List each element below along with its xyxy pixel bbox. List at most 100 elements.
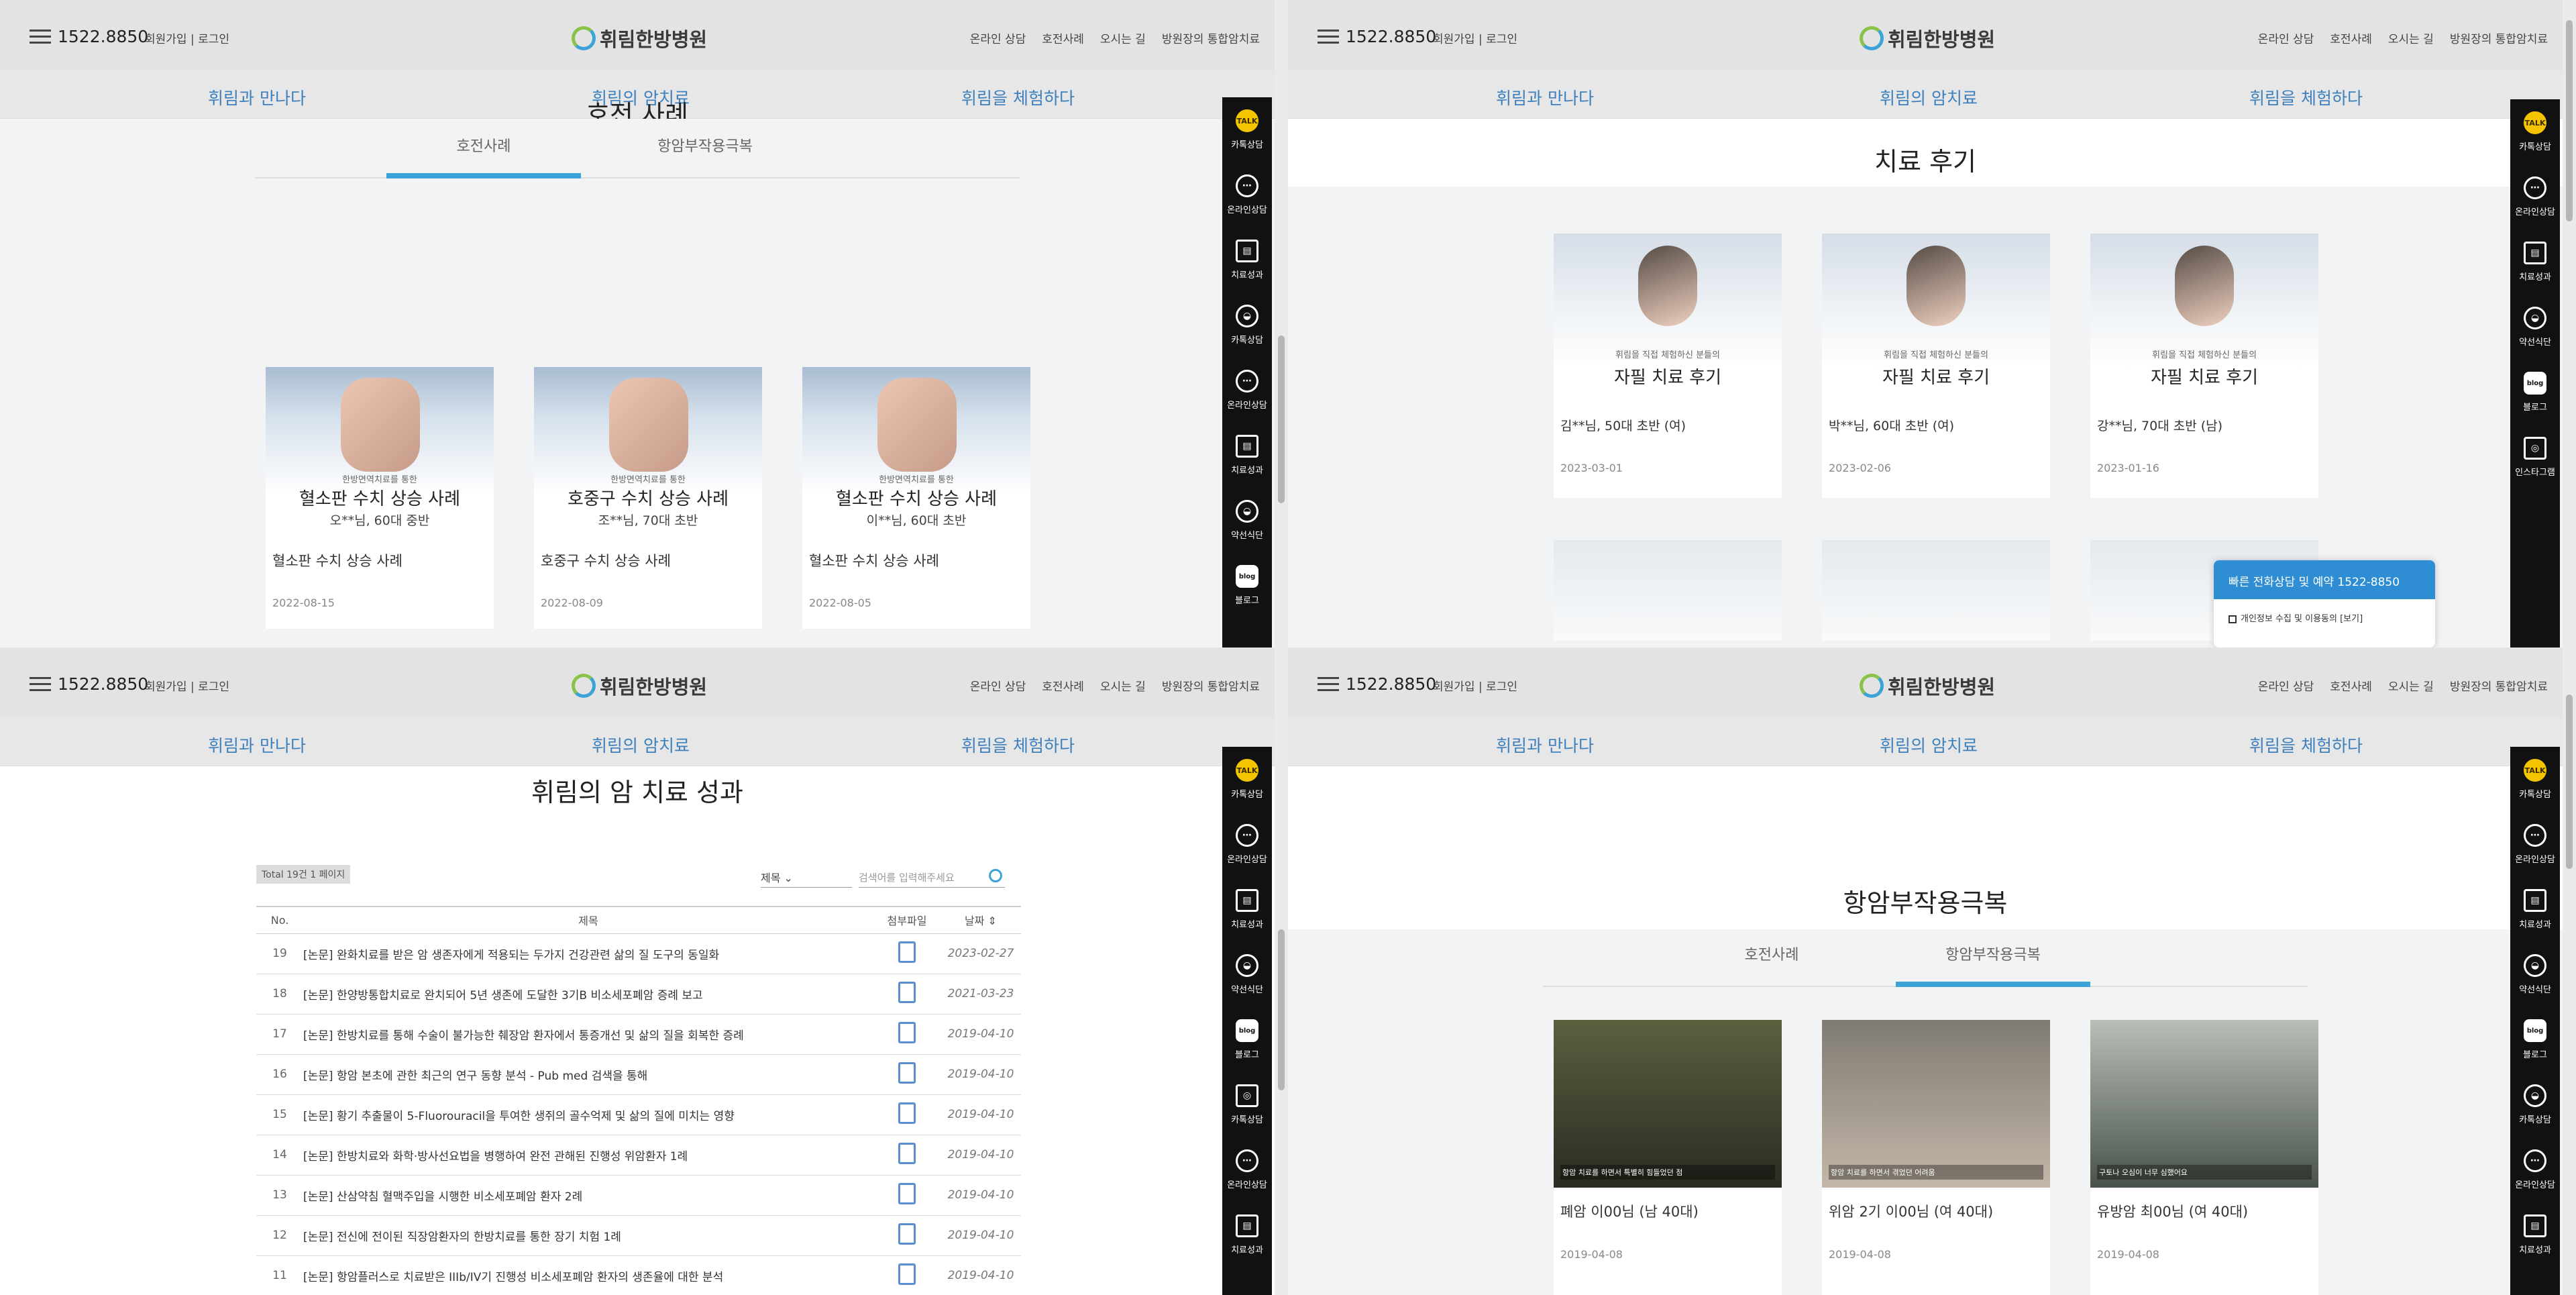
member-links[interactable]: 회원가입 | 로그인 (1433, 677, 1517, 694)
sidebar-kakao[interactable]: TALK 카톡상담 (1222, 97, 1272, 162)
link-integrated-cancer[interactable]: 방원장의 통합암치료 (2450, 677, 2548, 694)
review-card[interactable]: 휘림을 직접 체험하신 분들의 자필 치료 후기 강**님, 70대 초반 (남… (2090, 234, 2318, 498)
table-row[interactable]: 18 [논문] 한양방통합치료로 완치되어 5년 생존에 도달한 3기B 비소세포… (256, 974, 1021, 1015)
scrollbar[interactable] (1275, 0, 1288, 648)
sidebar-kakao-2[interactable]: ◒ 카톡상담 (1222, 293, 1272, 358)
table-row[interactable]: 19 [논문] 완화치료를 받은 암 생존자에게 적용되는 두가지 건강관련 삶의… (256, 933, 1021, 974)
nav-cancer-care[interactable]: 휘림의 암치료 (1880, 733, 1978, 757)
menu-icon[interactable] (1318, 30, 1339, 44)
table-row[interactable]: 17 [논문] 한방치료를 통해 수술이 불가능한 췌장암 환자에서 통증개선 및… (256, 1014, 1021, 1055)
file-icon[interactable] (898, 981, 916, 1003)
row-title[interactable]: [논문] 황기 추출물이 5-Fluorouracil을 투여한 생쥐의 골수억… (303, 1094, 873, 1135)
link-online-consult[interactable]: 온라인 상담 (970, 30, 1026, 46)
tab-good-cases[interactable]: 호전사례 (1674, 943, 1869, 964)
sidebar-results[interactable]: ▤ 치료성과 (1222, 227, 1272, 293)
sidebar-diet[interactable]: ◒ 약선식단 (2510, 295, 2560, 360)
sidebar-results-2[interactable]: ▤ 치료성과 (2510, 1202, 2560, 1267)
sidebar-online-2[interactable]: ⋯ 온라인상담 (1222, 358, 1272, 423)
link-integrated-cancer[interactable]: 방원장의 통합암치료 (1162, 30, 1260, 46)
row-title[interactable]: [논문] 완화치료를 받은 암 생존자에게 적용되는 두가지 건강관련 삶의 질… (303, 933, 873, 974)
sidebar-results-2[interactable]: ▤ 치료성과 (1222, 1202, 1272, 1267)
row-title[interactable]: [논문] 한양방통합치료로 완치되어 5년 생존에 도달한 3기B 비소세포폐암… (303, 974, 873, 1015)
scroll-thumb[interactable] (2566, 20, 2573, 221)
row-title[interactable]: [논문] 항암플러스로 치료받은 IIIb/IV기 진행성 비소세포폐암 환자의… (303, 1255, 873, 1295)
sidebar-diet[interactable]: ◒ 약선식단 (1222, 488, 1272, 553)
sidebar-diet[interactable]: ◒ 약선식단 (1222, 942, 1272, 1007)
file-icon[interactable] (898, 1223, 916, 1245)
case-card[interactable]: 한방면역치료를 통한 혈소판 수치 상승 사례 오**님, 60대 중반 혈소판… (266, 367, 494, 629)
nav-meet[interactable]: 휘림과 만나다 (1496, 85, 1594, 109)
consent-checkbox[interactable] (2229, 615, 2237, 623)
file-icon[interactable] (898, 1142, 916, 1164)
sidebar-results-2[interactable]: ▤ 치료성과 (1222, 423, 1272, 488)
review-card[interactable]: 휘림을 직접 체험하신 분들의 자필 치료 후기 박**님, 60대 초반 (여… (1822, 234, 2050, 498)
sidebar-diet[interactable]: ◒ 약선식단 (2510, 942, 2560, 1007)
scrollbar[interactable] (1275, 648, 1288, 1295)
sidebar-online[interactable]: ⋯ 온라인상담 (2510, 164, 2560, 229)
sidebar-kakao-2[interactable]: ◎ 카톡상담 (1222, 1072, 1272, 1137)
link-online-consult[interactable]: 온라인 상담 (970, 677, 1026, 694)
link-cases[interactable]: 호전사례 (2330, 677, 2372, 694)
sidebar-online[interactable]: ⋯ 온라인상담 (1222, 812, 1272, 877)
file-icon[interactable] (898, 1021, 916, 1043)
scroll-thumb[interactable] (1278, 929, 1285, 1090)
search-input[interactable]: 검색어를 입력해주세요 (859, 866, 1005, 888)
member-links[interactable]: 회원가입 | 로그인 (1433, 30, 1517, 46)
file-icon[interactable] (898, 1102, 916, 1124)
search-icon[interactable] (989, 869, 1002, 882)
sidebar-kakao-2[interactable]: ◒ 카톡상담 (2510, 1072, 2560, 1137)
link-cases[interactable]: 호전사례 (1042, 30, 1084, 46)
row-title[interactable]: [논문] 전신에 전이된 직장암환자의 한방치료를 통한 장기 치험 1례 (303, 1215, 873, 1256)
tab-good-cases[interactable]: 호전사례 (386, 134, 581, 178)
member-links[interactable]: 회원가입 | 로그인 (145, 30, 229, 46)
case-card[interactable]: 한방면역치료를 통한 호중구 수치 상승 사례 조**님, 70대 초반 호중구… (534, 367, 762, 629)
file-icon[interactable] (898, 1182, 916, 1204)
sidebar-blog[interactable]: blog 블로그 (2510, 1007, 2560, 1072)
sidebar-blog[interactable]: blog 블로그 (2510, 360, 2560, 425)
site-logo[interactable]: 휘림한방병원 (1860, 24, 1995, 52)
table-row[interactable]: 16 [논문] 항암 본초에 관한 최근의 연구 동향 분석 - Pub med … (256, 1054, 1021, 1095)
sidebar-kakao[interactable]: TALK 카톡상담 (2510, 747, 2560, 812)
sidebar-online-2[interactable]: ⋯ 온라인상담 (2510, 1137, 2560, 1202)
table-row[interactable]: 12 [논문] 전신에 전이된 직장암환자의 한방치료를 통한 장기 치험 1례 2… (256, 1215, 1021, 1256)
site-logo[interactable]: 휘림한방병원 (572, 24, 707, 52)
sidebar-instagram[interactable]: ◎ 인스타그램 (2510, 425, 2560, 490)
search-field-select[interactable]: 제목 ⌄ (761, 866, 852, 888)
scroll-thumb[interactable] (1278, 335, 1285, 503)
nav-cancer-care[interactable]: 휘림의 암치료 (1880, 85, 1978, 109)
review-card[interactable]: 휘림을 직접 체험하신 분들의 자필 치료 후기 김**님, 50대 초반 (여… (1554, 234, 1782, 498)
site-logo[interactable]: 휘림한방병원 (572, 672, 707, 700)
row-title[interactable]: [논문] 산삼약침 혈맥주입을 시행한 비소세포폐암 환자 2례 (303, 1175, 873, 1216)
quick-consult-popup[interactable]: 빠른 전화상담 및 예약 1522-8850 개인정보 수집 및 이용동의 [보… (2214, 560, 2435, 648)
scrollbar[interactable] (2563, 648, 2576, 1295)
link-integrated-cancer[interactable]: 방원장의 통합암치료 (1162, 677, 1260, 694)
row-title[interactable]: [논문] 한방치료와 화학·방사선요법을 병행하여 완전 관해된 진행성 위암환… (303, 1135, 873, 1176)
site-logo[interactable]: 휘림한방병원 (1860, 672, 1995, 700)
row-title[interactable]: [논문] 한방치료를 통해 수술이 불가능한 췌장암 환자에서 통증개선 및 삶… (303, 1014, 873, 1055)
nav-experience[interactable]: 휘림을 체험하다 (2249, 733, 2363, 757)
menu-icon[interactable] (30, 677, 51, 692)
sidebar-blog[interactable]: blog 블로그 (1222, 553, 1272, 618)
table-row[interactable]: 15 [논문] 황기 추출물이 5-Fluorouracil을 투여한 생쥐의 골… (256, 1094, 1021, 1135)
table-row[interactable]: 14 [논문] 한방치료와 화학·방사선요법을 병행하여 완전 관해된 진행성 위… (256, 1135, 1021, 1176)
scroll-thumb[interactable] (2566, 694, 2573, 869)
link-directions[interactable]: 오시는 길 (2388, 30, 2434, 46)
link-directions[interactable]: 오시는 길 (1100, 30, 1146, 46)
tab-side-effects[interactable]: 항암부작용극복 (1896, 943, 2090, 987)
video-card[interactable]: 구토나 오심이 너무 심했어요 유방암 최00님 (여 40대) 2019-04… (2090, 1020, 2318, 1295)
link-directions[interactable]: 오시는 길 (2388, 677, 2434, 694)
col-date[interactable]: 날짜 ⇕ (941, 906, 1021, 934)
sidebar-online-2[interactable]: ⋯ 온라인상담 (1222, 1137, 1272, 1202)
video-card[interactable]: 항암 치료를 하면서 특별히 힘들었던 점 폐암 이00님 (남 40대) 20… (1554, 1020, 1782, 1295)
link-cases[interactable]: 호전사례 (1042, 677, 1084, 694)
link-cases[interactable]: 호전사례 (2330, 30, 2372, 46)
nav-meet[interactable]: 휘림과 만나다 (1496, 733, 1594, 757)
sidebar-online[interactable]: ⋯ 온라인상담 (2510, 812, 2560, 877)
tab-side-effects[interactable]: 항암부작용극복 (608, 134, 802, 156)
menu-icon[interactable] (30, 30, 51, 44)
link-online-consult[interactable]: 온라인 상담 (2258, 30, 2314, 46)
nav-cancer-care[interactable]: 휘림의 암치료 (592, 733, 690, 757)
nav-experience[interactable]: 휘림을 체험하다 (961, 733, 1075, 757)
member-links[interactable]: 회원가입 | 로그인 (145, 677, 229, 694)
menu-icon[interactable] (1318, 677, 1339, 692)
